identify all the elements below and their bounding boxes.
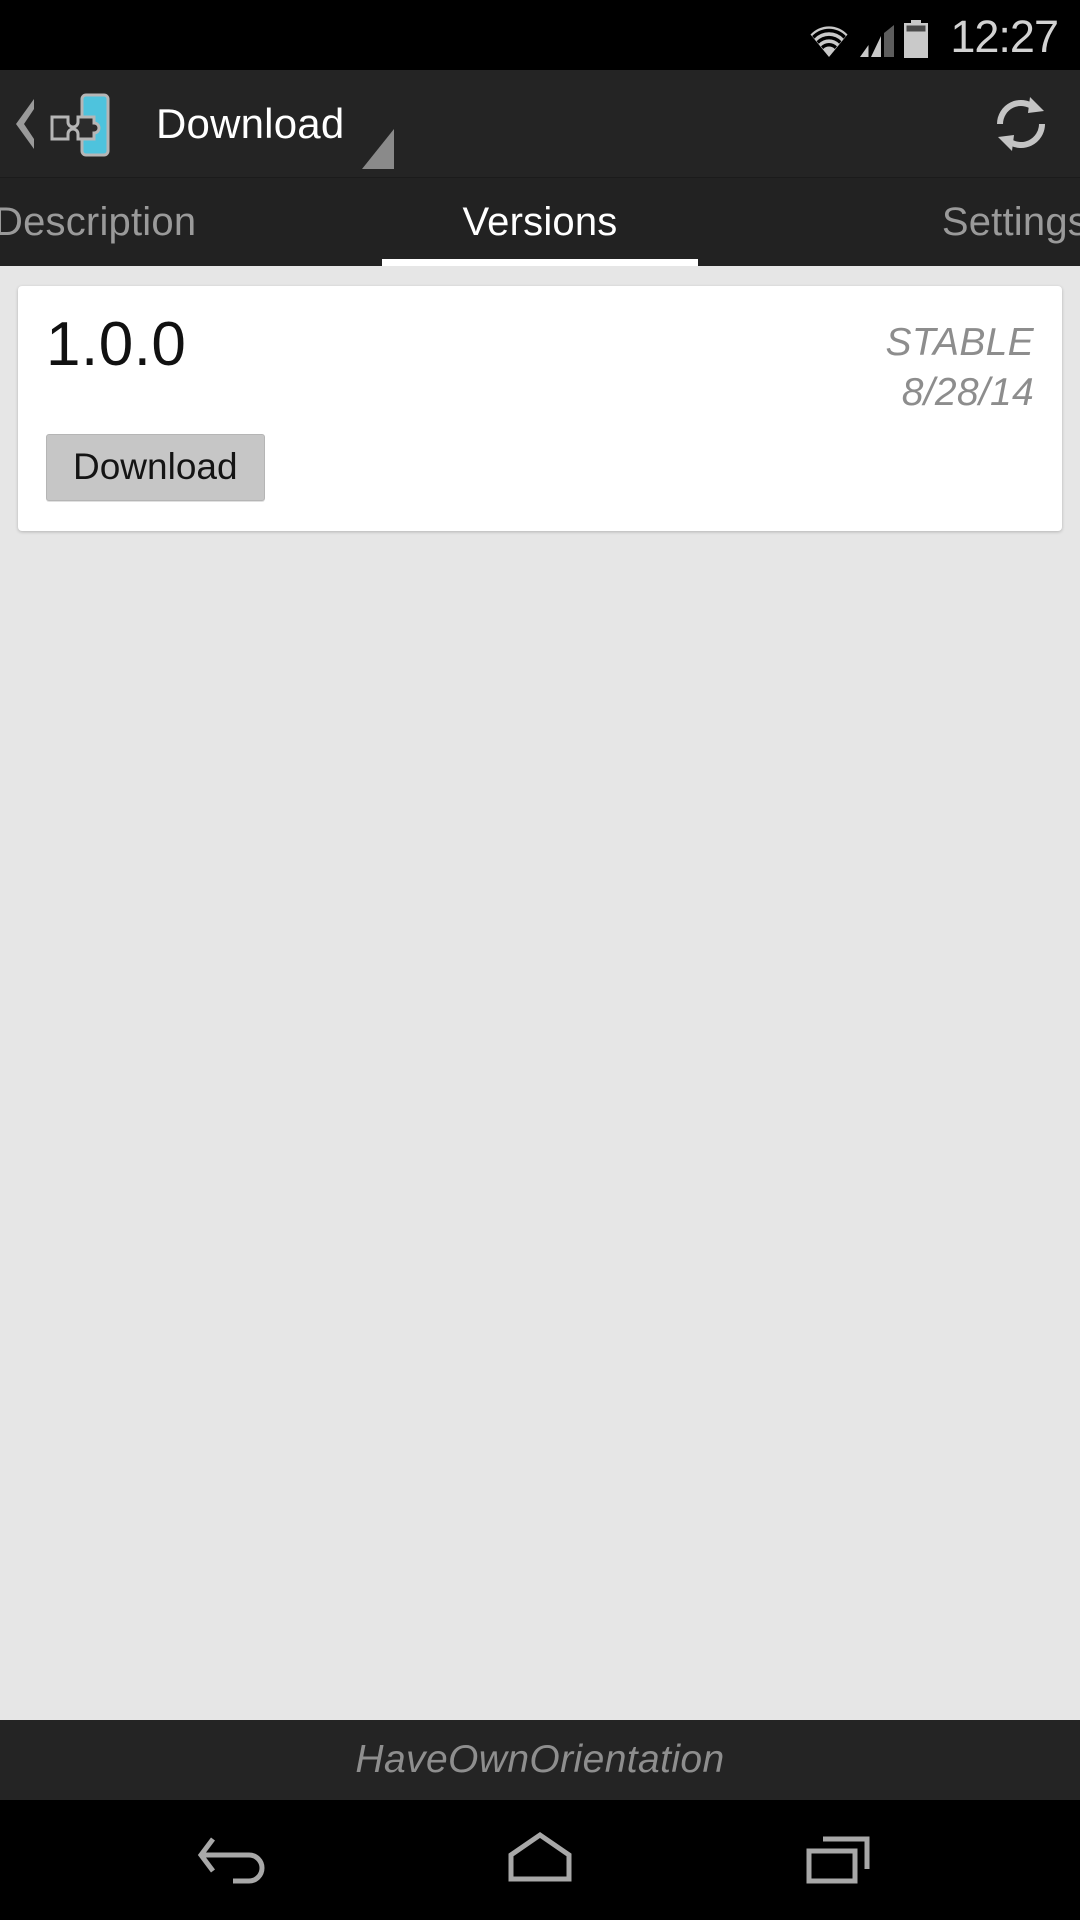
- tab-bar: Description Versions Settings: [0, 178, 1080, 266]
- tab-versions[interactable]: Versions: [360, 178, 720, 266]
- status-clock: 12:27: [950, 10, 1059, 62]
- refresh-icon[interactable]: [990, 93, 1052, 155]
- up-navigation-button[interactable]: [0, 87, 116, 161]
- footer-label: HaveOwnOrientation: [355, 1738, 725, 1781]
- footer-bar: HaveOwnOrientation: [0, 1720, 1080, 1800]
- download-button[interactable]: Download: [46, 433, 265, 501]
- puzzle-phone-app-icon: [50, 93, 110, 156]
- tab-settings[interactable]: Settings: [720, 178, 1080, 266]
- page-title: Download: [156, 99, 345, 147]
- tab-versions-label: Versions: [462, 199, 618, 244]
- battery-icon: [904, 19, 929, 58]
- dropdown-triangle-icon: [362, 129, 394, 169]
- status-icon-group: 12:27: [808, 10, 1059, 62]
- tab-settings-label: Settings: [941, 199, 1080, 244]
- action-bar: Download: [0, 70, 1080, 178]
- cellular-signal-icon: [860, 24, 895, 57]
- tab-description[interactable]: Description: [0, 178, 360, 266]
- version-card-header: 1.0.0 STABLE 8/28/14: [46, 312, 1034, 418]
- nav-back-icon: [197, 1837, 265, 1884]
- content-area: 1.0.0 STABLE 8/28/14 Download: [0, 266, 1080, 1720]
- version-meta: STABLE 8/28/14: [886, 312, 1034, 418]
- version-date: 8/28/14: [901, 370, 1034, 414]
- back-chevron-icon: [16, 98, 34, 149]
- version-number: 1.0.0: [46, 310, 187, 379]
- status-bar: 12:27: [0, 0, 1080, 70]
- nav-home-icon: [508, 1831, 572, 1882]
- nav-recents-icon: [806, 1836, 870, 1884]
- system-navigation-bar: [0, 1800, 1080, 1920]
- tab-description-label: Description: [0, 199, 197, 244]
- nav-back-button[interactable]: [180, 1800, 300, 1920]
- android-screen: 12:27 Download Description Versions Sett…: [0, 0, 1080, 1920]
- wifi-icon: [810, 25, 848, 57]
- nav-recents-button[interactable]: [780, 1800, 900, 1920]
- nav-home-button[interactable]: [480, 1800, 600, 1920]
- version-card[interactable]: 1.0.0 STABLE 8/28/14 Download: [18, 286, 1062, 531]
- version-channel-badge: STABLE: [885, 321, 1034, 364]
